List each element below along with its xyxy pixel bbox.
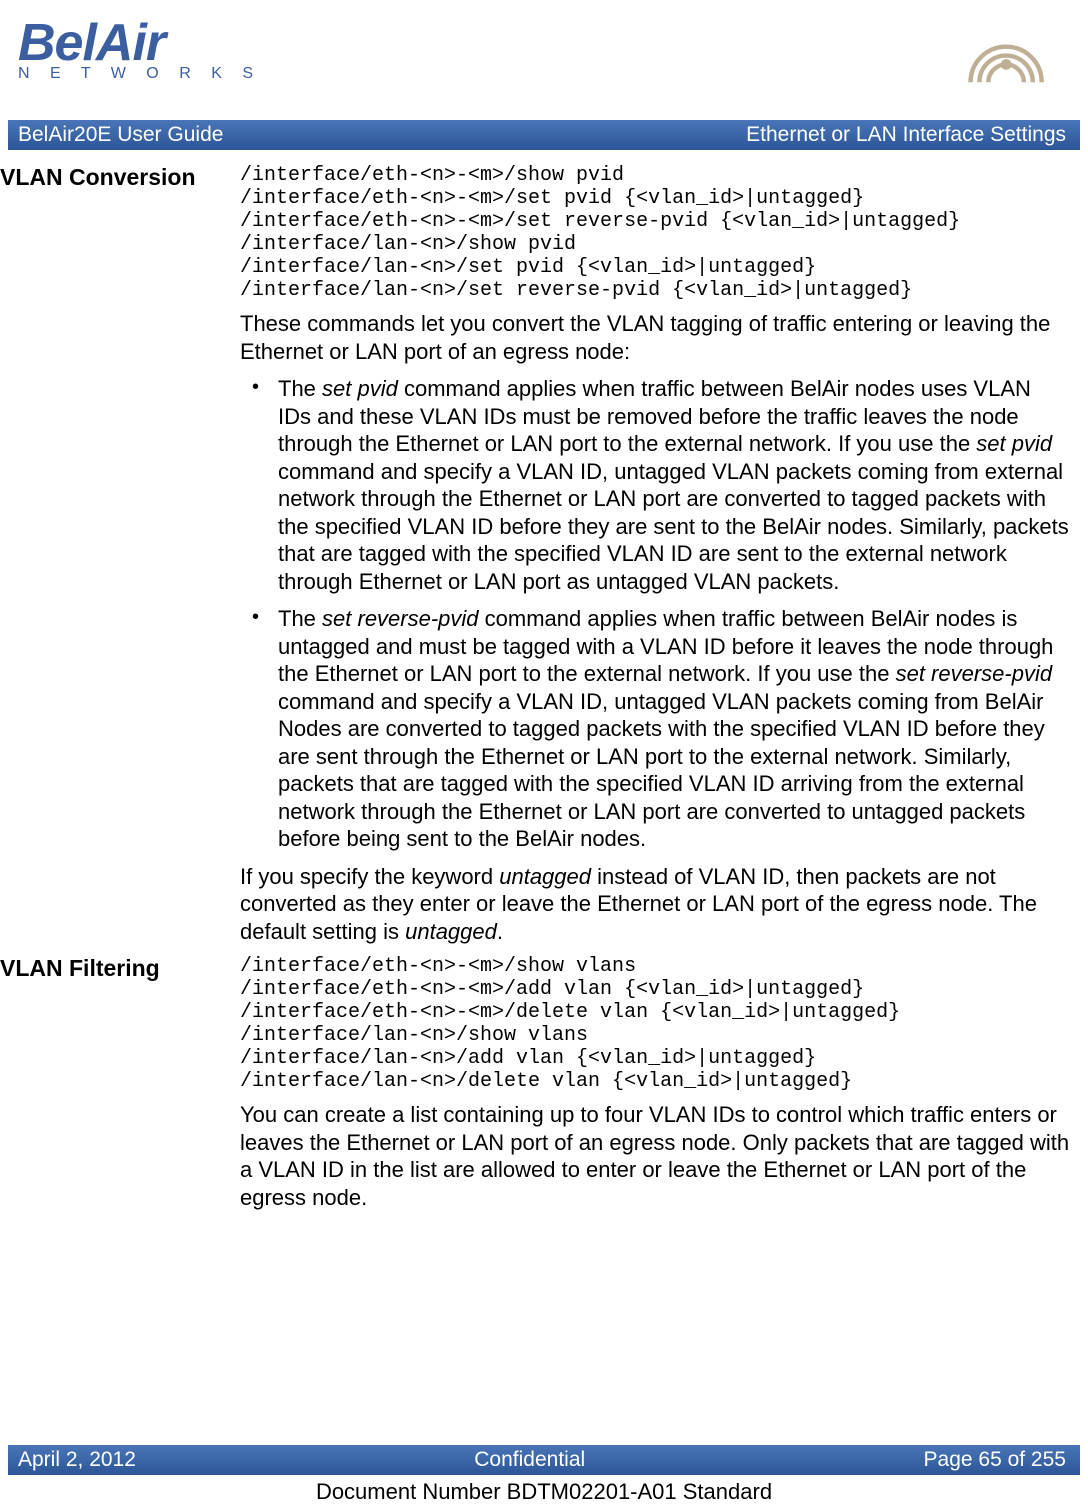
- page-header: BelAir N E T W O R K S: [0, 20, 1088, 120]
- brand-subtitle: N E T W O R K S: [18, 65, 261, 83]
- text: .: [497, 919, 503, 944]
- brand-logo: BelAir N E T W O R K S: [18, 20, 261, 83]
- list-item: The set reverse-pvid command applies whe…: [240, 605, 1070, 853]
- side-heading-vlan-conversion: VLAN Conversion: [0, 164, 240, 955]
- guide-title: BelAir20E User Guide: [18, 123, 223, 147]
- kw-untagged: untagged: [499, 864, 591, 889]
- footer-confidential: Confidential: [474, 1448, 585, 1472]
- intro-vlan-conversion: These commands let you convert the VLAN …: [240, 310, 1070, 365]
- bullet-list-vlan-conversion: The set pvid command applies when traffi…: [240, 375, 1070, 853]
- heading-vlan-conversion: VLAN Conversion: [0, 164, 240, 192]
- swirl-icon: [960, 20, 1070, 105]
- footer-page: Page 65 of 255: [924, 1448, 1066, 1472]
- title-bar: BelAir20E User Guide Ethernet or LAN Int…: [8, 120, 1080, 150]
- para-vlan-filtering: You can create a list containing up to f…: [240, 1101, 1070, 1211]
- text: command and specify a VLAN ID, untagged …: [278, 689, 1045, 852]
- footer-date: April 2, 2012: [18, 1448, 136, 1472]
- cmd-set-reverse-pvid: set reverse-pvid: [896, 661, 1053, 686]
- footer-bar: April 2, 2012 Confidential Page 65 of 25…: [8, 1445, 1080, 1475]
- section-title: Ethernet or LAN Interface Settings: [746, 123, 1066, 147]
- text: The: [278, 606, 322, 631]
- page: BelAir N E T W O R K S BelAir20E User Gu…: [0, 0, 1088, 1511]
- tail-vlan-conversion: If you specify the keyword untagged inst…: [240, 863, 1070, 946]
- cmd-set-pvid: set pvid: [976, 431, 1052, 456]
- body-vlan-conversion: /interface/eth-<n>-<m>/show pvid /interf…: [240, 164, 1070, 955]
- cmd-block-vlan-filtering: /interface/eth-<n>-<m>/show vlans /inter…: [240, 955, 1070, 1093]
- cmd-set-pvid: set pvid: [322, 376, 398, 401]
- text: The: [278, 376, 322, 401]
- list-item: The set pvid command applies when traffi…: [240, 375, 1070, 595]
- cmd-block-vlan-conversion: /interface/eth-<n>-<m>/show pvid /interf…: [240, 164, 1070, 302]
- heading-vlan-filtering: VLAN Filtering: [0, 955, 240, 983]
- body-vlan-filtering: /interface/eth-<n>-<m>/show vlans /inter…: [240, 955, 1070, 1221]
- kw-untagged: untagged: [405, 919, 497, 944]
- content-grid: VLAN Conversion /interface/eth-<n>-<m>/s…: [0, 164, 1088, 1221]
- side-heading-vlan-filtering: VLAN Filtering: [0, 955, 240, 1221]
- doc-number: Document Number BDTM02201-A01 Standard: [0, 1479, 1088, 1505]
- text: If you specify the keyword: [240, 864, 499, 889]
- brand-name: BelAir: [18, 20, 261, 67]
- cmd-set-reverse-pvid: set reverse-pvid: [322, 606, 479, 631]
- text: command and specify a VLAN ID, untagged …: [278, 459, 1069, 594]
